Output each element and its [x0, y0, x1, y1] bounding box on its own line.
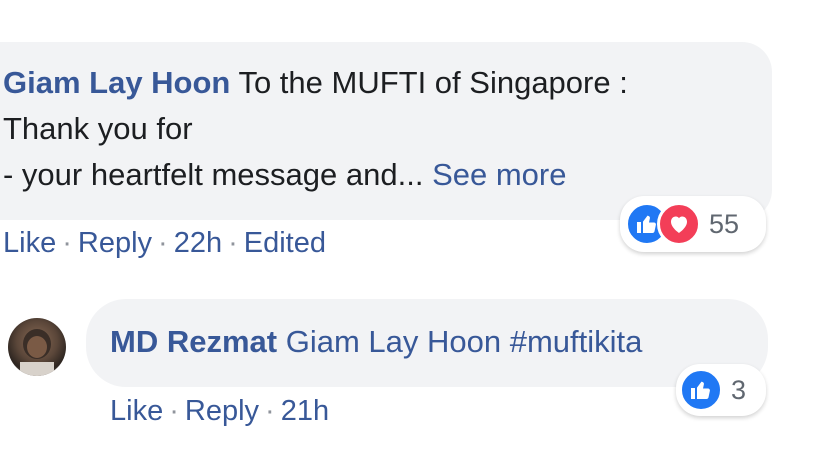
- reply-link[interactable]: Reply: [78, 227, 152, 259]
- timestamp-link[interactable]: 22h: [174, 227, 222, 259]
- reaction-count: 3: [731, 374, 747, 405]
- comment-line-1: Giam Lay Hoon To the MUFTI of Singapore …: [3, 60, 628, 106]
- reply-body: MD Rezmat Giam Lay Hoon #muftikita: [110, 319, 642, 365]
- love-icon: [657, 202, 701, 246]
- separator-dot: ·: [62, 227, 72, 259]
- reply-link[interactable]: Reply: [185, 395, 259, 427]
- edited-link[interactable]: Edited: [244, 227, 326, 259]
- comment-text: - your heartfelt message and...: [3, 157, 424, 192]
- mention-link[interactable]: Giam Lay Hoon: [286, 324, 501, 359]
- reactions-summary[interactable]: 55: [620, 196, 766, 252]
- comment-line-2: Thank you for: [3, 111, 193, 146]
- avatar[interactable]: [8, 318, 66, 376]
- reactions-summary[interactable]: 3: [676, 364, 766, 416]
- timestamp-link[interactable]: 21h: [281, 395, 329, 427]
- reply-actions: Like · Reply · 21h: [110, 395, 329, 428]
- comment-author[interactable]: Giam Lay Hoon: [3, 65, 230, 100]
- separator-dot: ·: [228, 227, 238, 259]
- separator-dot: ·: [169, 395, 179, 427]
- hashtag-link[interactable]: #muftikita: [510, 324, 643, 359]
- like-icon: [679, 368, 723, 412]
- see-more-link[interactable]: See more: [432, 157, 566, 192]
- comment-actions: Like · Reply · 22h · Edited: [3, 227, 326, 260]
- like-link[interactable]: Like: [110, 395, 163, 427]
- comment-text: To the MUFTI of Singapore :: [238, 65, 628, 100]
- comment-line-3: - your heartfelt message and... See more: [3, 152, 628, 198]
- separator-dot: ·: [265, 395, 275, 427]
- comment-body: Giam Lay Hoon To the MUFTI of Singapore …: [3, 60, 628, 198]
- separator-dot: ·: [158, 227, 168, 259]
- like-link[interactable]: Like: [3, 227, 56, 259]
- reply-author[interactable]: MD Rezmat: [110, 324, 277, 359]
- reaction-count: 55: [709, 208, 740, 239]
